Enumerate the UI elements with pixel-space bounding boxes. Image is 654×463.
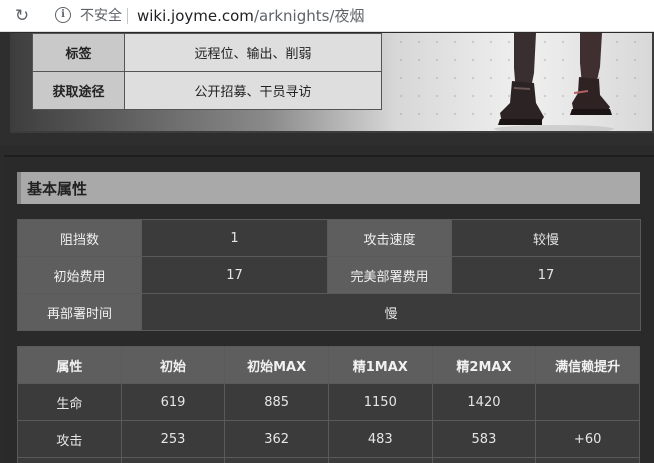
perfect-deploy-cost-value: 17 [451,256,641,294]
block-value: 1 [141,219,328,257]
table-row: 再部署时间 慢 [17,293,641,331]
table-cell [535,383,640,421]
operator-header-section: 标签 远程位、输出、削弱 获取途径 公开招募、干员寻访 [0,33,654,145]
table-cell: 1420 [431,383,537,421]
basic-attributes-table: 阻挡数 1 攻击速度 较慢 初始费用 17 完美部署费用 17 再部署时间 慢 [17,219,641,331]
redeploy-time-label: 再部署时间 [17,293,142,331]
table-cell [535,457,640,463]
browser-address-bar: ↻ i 不安全 wiki.joyme.com/arknights/夜烟 [0,0,654,32]
column-header: 初始 [120,346,226,384]
table-cell: 583 [431,420,537,458]
table-cell [17,457,122,463]
obtain-value: 公开招募、干员寻访 [124,71,382,110]
operator-boots-art [494,33,614,131]
table-cell [120,457,226,463]
column-header: 精2MAX [431,346,537,384]
info-icon[interactable]: i [55,7,71,23]
table-row: 生命 619 885 1150 1420 [17,383,640,421]
column-header: 属性 [17,346,122,384]
table-row: 阻挡数 1 攻击速度 较慢 [17,219,641,257]
operator-info-table: 标签 远程位、输出、削弱 获取途径 公开招募、干员寻访 [32,33,382,110]
growth-attributes-table: 属性 初始 初始MAX 精1MAX 精2MAX 满信赖提升 生命 619 885… [17,346,640,463]
tag-value: 远程位、输出、削弱 [124,33,382,72]
table-cell: 483 [327,420,433,458]
table-cell [327,457,433,463]
block-label: 阻挡数 [17,219,142,257]
table-cell: 253 [120,420,226,458]
table-row: 标签 远程位、输出、削弱 [32,33,382,72]
column-header: 满信赖提升 [535,346,640,384]
table-cell: +60 [535,420,640,458]
table-cell: 885 [224,383,329,421]
url-host: wiki.joyme.com [137,7,254,25]
table-row: 初始费用 17 完美部署费用 17 [17,256,641,294]
reload-icon[interactable]: ↻ [12,6,32,26]
table-row [17,457,640,463]
table-cell: 619 [120,383,226,421]
redeploy-time-value: 慢 [141,293,641,331]
table-header-row: 属性 初始 初始MAX 精1MAX 精2MAX 满信赖提升 [17,346,640,384]
table-row: 获取途径 公开招募、干员寻访 [32,71,382,110]
attack-speed-label: 攻击速度 [327,219,452,257]
url-field[interactable]: wiki.joyme.com/arknights/夜烟 [137,7,365,25]
column-header: 初始MAX [224,346,329,384]
initial-cost-value: 17 [141,256,328,294]
address-separator [127,8,128,24]
section-title: 基本属性 [27,180,88,198]
table-cell [224,457,329,463]
attack-speed-value: 较慢 [451,219,641,257]
obtain-label: 获取途径 [32,71,125,110]
tag-label: 标签 [32,33,125,72]
table-cell [431,457,537,463]
stats-section: 基本属性 阻挡数 1 攻击速度 较慢 初始费用 17 完美部署费用 17 再部署… [4,155,654,463]
url-path: /arknights/夜烟 [253,7,365,25]
initial-cost-label: 初始费用 [17,256,142,294]
operator-art-panel: 标签 远程位、输出、削弱 获取途径 公开招募、干员寻访 [12,33,652,131]
security-label[interactable]: 不安全 [80,7,122,25]
section-title-bar: 基本属性 [17,172,640,204]
table-cell: 1150 [327,383,433,421]
table-cell: 生命 [17,383,122,421]
table-cell: 攻击 [17,420,122,458]
table-cell: 362 [224,420,329,458]
table-row: 攻击 253 362 483 583 +60 [17,420,640,458]
column-header: 精1MAX [327,346,433,384]
perfect-deploy-cost-label: 完美部署费用 [327,256,452,294]
